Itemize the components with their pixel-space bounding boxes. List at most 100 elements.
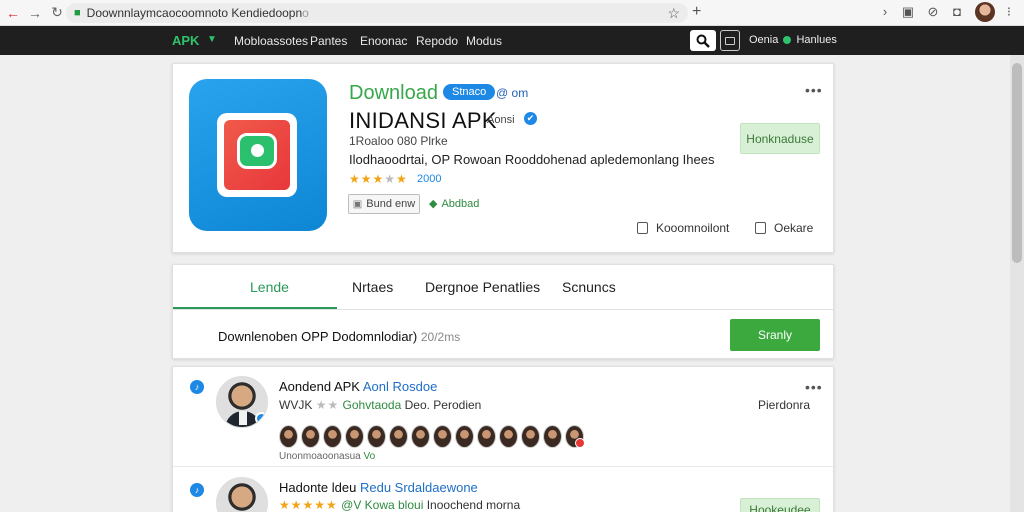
avatar[interactable] <box>301 425 320 448</box>
download-button[interactable]: Hookeudee <box>740 498 820 512</box>
url-text: Doownnlaymcaocoomnoto Kendiedoopn <box>86 6 303 20</box>
shield-icon[interactable]: ◘ <box>948 4 966 19</box>
app-description: Ilodhaoodrtai, OP Rowoan Rooddohenad apl… <box>349 152 715 167</box>
list-item-right[interactable]: Pierdonra <box>758 398 810 412</box>
avatar[interactable] <box>345 425 364 448</box>
app-title: INIDANSI APK <box>349 108 497 133</box>
sort-button[interactable]: Sranly <box>730 319 820 351</box>
search-button[interactable] <box>690 30 716 51</box>
tabs-card: Lende Nrtaes Dergnoe Penatlies Scnuncs D… <box>172 264 834 359</box>
nav-item-4[interactable]: Repodo <box>416 34 458 48</box>
avatar[interactable] <box>521 425 540 448</box>
list-item-title[interactable]: Hadonte ldeu Redu Srdaldaewone <box>279 480 478 495</box>
info-icon: ♪ <box>190 483 204 497</box>
avatar[interactable] <box>455 425 474 448</box>
more-options-icon[interactable]: ••• <box>805 379 823 395</box>
tabs-divider <box>173 309 833 310</box>
scrollbar-thumb[interactable] <box>1012 63 1022 263</box>
new-tab-icon[interactable]: + <box>692 3 701 21</box>
avatar[interactable] <box>499 425 518 448</box>
list-item-title-blue: Redu Srdaldaewone <box>359 480 478 495</box>
tab-1[interactable]: Lende <box>250 279 289 295</box>
info-icon: ♪ <box>190 380 204 394</box>
list-item-sub-c: Deo. Perodien <box>404 398 482 412</box>
browser-toolbar: ← → ↻ ■ Doownnlaymcaocoomnoto Kendiedoop… <box>0 0 1024 26</box>
results-list: ♪ Aondend APK Aonl Rosdoe WVJK ★★ Gohvta… <box>172 366 834 512</box>
avatar[interactable] <box>477 425 496 448</box>
app-icon-inner <box>217 113 297 197</box>
app-icon <box>189 79 327 231</box>
settings-icon[interactable]: ⊘ <box>924 4 942 20</box>
back-icon[interactable]: ← <box>2 2 24 24</box>
tab-3[interactable]: Dergnoe Penatlies <box>425 279 540 295</box>
menu-dots-icon[interactable]: ⁝ <box>1000 4 1018 20</box>
header-right-b: Hanlues <box>796 34 837 46</box>
comment-action-label: Kooomnoilont <box>656 221 730 235</box>
list-item-sub-b: Gohvtaoda <box>342 398 402 412</box>
avatar[interactable] <box>543 425 562 448</box>
verified-icon: ✔ <box>524 112 537 125</box>
filter-button[interactable] <box>720 30 740 51</box>
avatar[interactable] <box>216 376 268 428</box>
avatar[interactable] <box>565 425 585 448</box>
app-hero-card: Download Stnaco @ om INIDANSI APK Aonsi … <box>172 63 834 253</box>
downloads-count: 20/2ms <box>420 330 461 344</box>
list-item-sub-c: Inoochend morna <box>426 498 521 512</box>
more-options-icon[interactable]: ••• <box>805 82 823 98</box>
search-icon <box>696 34 710 48</box>
tag-button-label: Bund enw <box>366 198 416 210</box>
comment-action[interactable]: Kooomnoilont <box>637 221 729 235</box>
list-item-title[interactable]: Aondend APK Aonl Rosdoe <box>279 379 437 394</box>
nav-item-1[interactable]: Mobloassotes <box>234 34 308 48</box>
status-dot-icon <box>783 36 792 45</box>
avatar[interactable] <box>389 425 408 448</box>
list-item-foot-green: Vo <box>363 451 376 462</box>
forward-icon[interactable]: → <box>24 2 46 24</box>
header-right[interactable]: Oenia Hanlues <box>749 34 837 46</box>
site-logo[interactable]: APK <box>172 33 199 48</box>
url-dim-text: o <box>302 6 309 20</box>
download-heading: Download <box>349 82 438 104</box>
tab-4[interactable]: Scnuncs <box>562 279 616 295</box>
list-item-stars: ★★ <box>315 398 340 412</box>
lock-icon: ■ <box>74 7 81 19</box>
avatar[interactable] <box>367 425 386 448</box>
comment-icon <box>637 222 648 234</box>
profile-avatar[interactable] <box>975 2 995 22</box>
tab-2[interactable]: Nrtaes <box>352 279 393 295</box>
share-action[interactable]: Oekare <box>755 221 813 235</box>
avatar[interactable] <box>433 425 452 448</box>
chevron-right-icon[interactable]: › <box>876 4 894 19</box>
avatar[interactable] <box>411 425 430 448</box>
list-item-sub-a: WVJK <box>279 398 313 412</box>
install-link-label: Abdbad <box>441 198 480 210</box>
list-item-title-blue: Aonl Rosdoe <box>362 379 438 394</box>
address-bar[interactable]: ■ Doownnlaymcaocoomnoto Kendiedoopn o ☆ <box>66 3 688 23</box>
download-button[interactable]: Honknaduse <box>740 123 820 154</box>
install-link[interactable]: ◆ Abdbad <box>429 197 479 210</box>
list-item-subtitle: WVJK ★★ Gohvtaoda Deo. Perodien <box>279 398 481 412</box>
avatar[interactable] <box>216 477 268 512</box>
version-label: @ om <box>496 86 529 100</box>
downloads-summary: Downlenoben OPP Dodomnlodiar) 20/2ms <box>218 329 460 344</box>
share-action-label: Oekare <box>774 221 814 235</box>
rating-count: 2000 <box>417 173 442 185</box>
share-icon <box>755 222 766 234</box>
reload-icon[interactable]: ↻ <box>46 2 68 24</box>
page-scrollbar[interactable] <box>1010 55 1024 512</box>
tag-button[interactable]: ▣ Bund enw <box>348 194 420 214</box>
nav-item-3[interactable]: Enoonac <box>360 34 407 48</box>
star-icon[interactable]: ☆ <box>667 5 680 22</box>
extension-icon[interactable]: ▣ <box>899 4 917 20</box>
avatar[interactable] <box>279 425 298 448</box>
nav-item-5[interactable]: Modus <box>466 34 502 48</box>
list-item-foot-text: Unonmoaoonasua <box>279 451 361 462</box>
list-item-stars: ★★★★★ <box>279 498 338 512</box>
site-header: APK ▼ Mobloassotes Pantes Enoonac Repodo… <box>0 26 1024 55</box>
nav-item-2[interactable]: Pantes <box>310 34 347 48</box>
avatar[interactable] <box>323 425 342 448</box>
chevron-down-icon[interactable]: ▼ <box>207 34 217 45</box>
header-right-a: Oenia <box>749 34 779 46</box>
developer-name[interactable]: Aonsi <box>487 114 515 126</box>
avatar-row <box>279 425 587 448</box>
